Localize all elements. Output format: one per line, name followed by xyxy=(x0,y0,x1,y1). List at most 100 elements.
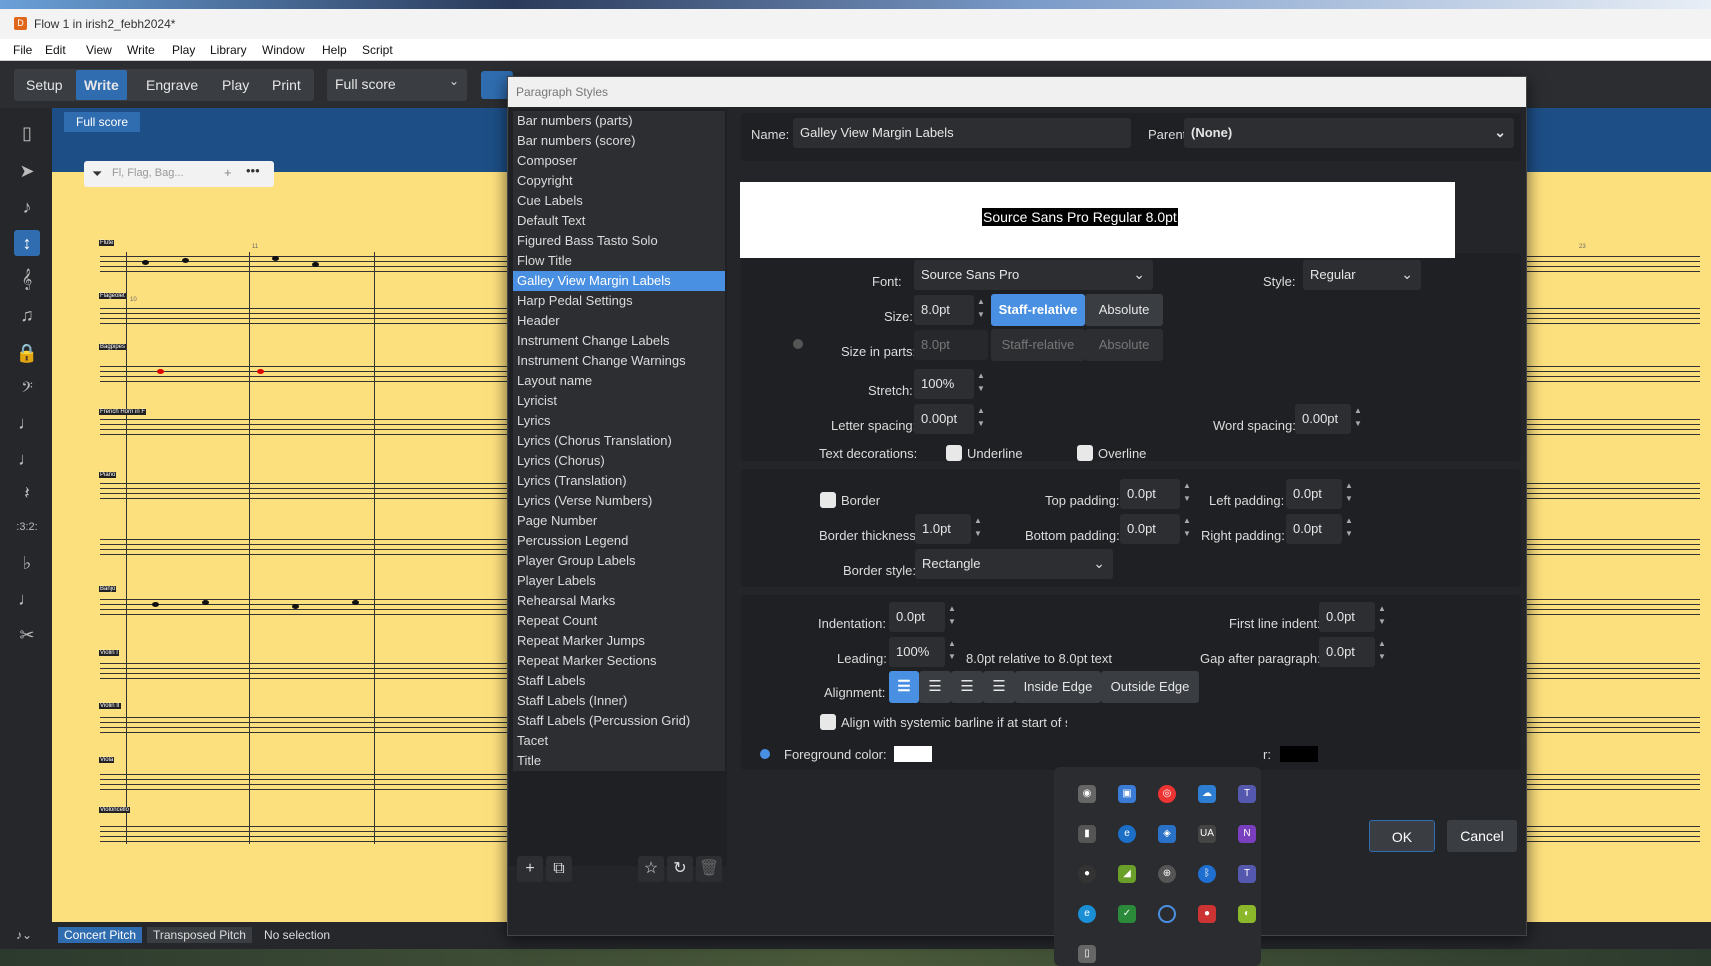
duplicate-style-icon[interactable]: ⧉ xyxy=(546,856,572,882)
menu-edit[interactable]: Edit xyxy=(45,43,66,57)
scissors-icon[interactable]: ✂ xyxy=(14,622,40,648)
mode-play[interactable]: Play xyxy=(214,70,257,100)
style-item[interactable]: Composer xyxy=(513,151,725,171)
revert-icon[interactable]: ↻ xyxy=(667,856,693,882)
style-item[interactable]: Lyrics (Verse Numbers) xyxy=(513,491,725,511)
size-spinner[interactable]: ▲ ▼ xyxy=(974,295,988,325)
left-padding-input[interactable]: 0.0pt xyxy=(1286,479,1342,509)
delete-icon[interactable]: 🗑 xyxy=(696,856,722,882)
style-item[interactable]: Player Group Labels xyxy=(513,551,725,571)
menu-library[interactable]: Library xyxy=(210,43,247,57)
right-padding-input[interactable]: 0.0pt xyxy=(1286,514,1342,544)
accidental-icon[interactable]: ♭ xyxy=(14,550,40,576)
instrument-filter-bar[interactable]: ⏷ Fl, Flag, Bag... + ••• xyxy=(84,161,274,187)
border-checkbox[interactable] xyxy=(820,492,836,508)
style-item[interactable]: Lyrics xyxy=(513,411,725,431)
ok-button[interactable]: OK xyxy=(1369,820,1435,852)
style-select[interactable]: Regular ⌄ xyxy=(1303,260,1421,290)
style-item[interactable]: Player Labels xyxy=(513,571,725,591)
style-item[interactable]: Layout name xyxy=(513,371,725,391)
style-item[interactable]: Title xyxy=(513,751,725,771)
right-padding-spinner[interactable]: ▲ ▼ xyxy=(1342,514,1356,544)
style-item[interactable]: Lyrics (Chorus) xyxy=(513,451,725,471)
defender-icon[interactable]: ◈ xyxy=(1158,825,1176,843)
top-padding-input[interactable]: 0.0pt xyxy=(1120,479,1180,509)
border-style-select[interactable]: Rectangle ⌄ xyxy=(915,549,1113,579)
style-item[interactable]: Staff Labels (Percussion Grid) xyxy=(513,711,725,731)
concert-pitch-toggle[interactable]: Concert Pitch xyxy=(58,927,143,943)
menu-play[interactable]: Play xyxy=(172,43,195,57)
indentation-input[interactable]: 0.0pt xyxy=(889,602,945,632)
indentation-spinner[interactable]: ▲ ▼ xyxy=(945,602,959,632)
size-parts-toggle[interactable] xyxy=(793,339,803,349)
style-item[interactable]: Repeat Marker Jumps xyxy=(513,631,725,651)
style-item[interactable]: Staff Labels (Inner) xyxy=(513,691,725,711)
star-icon[interactable]: ☆ xyxy=(638,856,664,882)
top-padding-spinner[interactable]: ▲ ▼ xyxy=(1180,479,1194,509)
note-input-icon[interactable]: ♪ xyxy=(14,194,40,220)
leading-spinner[interactable]: ▲ ▼ xyxy=(945,637,959,667)
stem-icon[interactable]: ♩ xyxy=(14,586,40,612)
add-style-icon[interactable]: + xyxy=(517,856,543,882)
style-item[interactable]: Tacet xyxy=(513,731,725,751)
obs-icon[interactable]: ● xyxy=(1078,865,1096,883)
mode-engrave[interactable]: Engrave xyxy=(138,70,206,100)
insert-icon[interactable]: ↕ xyxy=(14,230,40,256)
style-item[interactable]: Rehearsal Marks xyxy=(513,591,725,611)
first-line-indent-input[interactable]: 0.0pt xyxy=(1319,602,1375,632)
menu-script[interactable]: Script xyxy=(362,43,393,57)
menu-help[interactable]: Help xyxy=(322,43,347,57)
align-right-icon[interactable]: ☰ xyxy=(951,671,983,703)
fg-color-swatch[interactable] xyxy=(894,746,932,762)
menu-window[interactable]: Window xyxy=(262,43,305,57)
overline-checkbox[interactable] xyxy=(1077,445,1093,461)
slash-icon[interactable]: 𝄞 xyxy=(14,266,40,292)
onenote-icon[interactable]: N xyxy=(1238,825,1256,843)
menu-write[interactable]: Write xyxy=(127,43,155,57)
style-item[interactable]: Repeat Marker Sections xyxy=(513,651,725,671)
align-justify-icon[interactable]: ☰ xyxy=(983,671,1015,703)
beam-icon[interactable]: ♫ xyxy=(14,302,40,328)
style-item[interactable]: Lyricist xyxy=(513,391,725,411)
size-staff-relative-button[interactable]: Staff-relative xyxy=(991,294,1085,326)
cancel-button[interactable]: Cancel xyxy=(1447,820,1517,852)
letter-spacing-input[interactable]: 0.00pt xyxy=(914,404,974,434)
note-duration-icon[interactable]: ♩ xyxy=(14,446,40,472)
left-padding-spinner[interactable]: ▲ ▼ xyxy=(1342,479,1356,509)
style-item[interactable]: Bar numbers (score) xyxy=(513,131,725,151)
name-input[interactable]: Galley View Margin Labels xyxy=(793,118,1131,148)
app-icon[interactable]: ▮ xyxy=(1078,825,1096,843)
style-item[interactable]: Cue Labels xyxy=(513,191,725,211)
first-line-indent-spinner[interactable]: ▲ ▼ xyxy=(1375,602,1389,632)
style-item[interactable]: Staff Labels xyxy=(513,671,725,691)
layout-select[interactable]: Full score ⌄ xyxy=(327,69,467,101)
camera-icon[interactable]: ◉ xyxy=(1078,785,1096,803)
word-spacing-spinner[interactable]: ▲ ▼ xyxy=(1351,404,1365,434)
font-select[interactable]: Source Sans Pro ⌄ xyxy=(914,260,1153,290)
mode-setup[interactable]: Setup xyxy=(18,70,71,100)
photos-icon[interactable]: ▣ xyxy=(1118,785,1136,803)
underline-checkbox[interactable] xyxy=(946,445,962,461)
style-item[interactable]: Default Text xyxy=(513,211,725,231)
tuplet-icon[interactable]: :3:2: xyxy=(14,514,40,540)
style-item[interactable]: Percussion Legend xyxy=(513,531,725,551)
chord-icon[interactable]: 𝄢 xyxy=(14,376,40,402)
mode-print[interactable]: Print xyxy=(264,70,309,100)
onedrive-icon[interactable]: ☁ xyxy=(1198,785,1216,803)
lock-icon[interactable]: 🔒 xyxy=(14,340,40,366)
teams-icon[interactable]: T xyxy=(1238,785,1256,803)
greenshot-icon[interactable]: ◐ xyxy=(1238,905,1256,923)
rest-icon[interactable]: 𝄽 xyxy=(14,480,40,506)
security-icon[interactable]: ✓ xyxy=(1118,905,1136,923)
teams-icon-2[interactable]: T xyxy=(1238,865,1256,883)
select-arrow-icon[interactable]: ➤ xyxy=(14,158,40,184)
menu-file[interactable]: File xyxy=(13,43,32,57)
bluetooth-icon[interactable]: ᛒ xyxy=(1198,865,1216,883)
gap-after-input[interactable]: 0.0pt xyxy=(1319,637,1375,667)
fg-color-toggle[interactable] xyxy=(760,749,770,759)
style-item[interactable]: Copyright xyxy=(513,171,725,191)
leading-input[interactable]: 100% xyxy=(889,637,945,667)
border-thickness-spinner[interactable]: ▲ ▼ xyxy=(971,514,985,544)
style-item-selected[interactable]: Galley View Margin Labels xyxy=(513,271,725,291)
stretch-input[interactable]: 100% xyxy=(914,369,974,399)
